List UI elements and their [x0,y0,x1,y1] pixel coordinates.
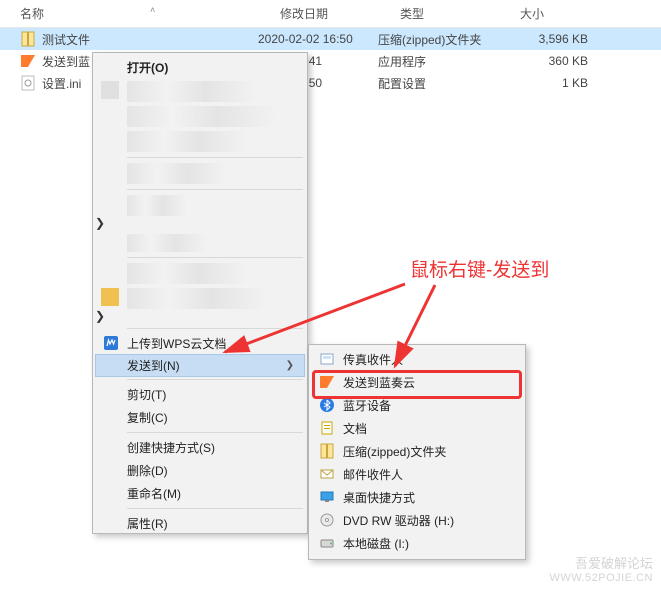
context-menu-main: 打开(O) ❯ ❯ 上传到WPS云文档 发送到(N) ❯ 剪切(T) 复制(C)… [92,52,308,534]
menu-rename[interactable]: 重命名(M) [95,482,305,505]
app-icon [20,53,36,69]
context-menu-sendto: 传真收件人 发送到蓝奏云 蓝牙设备 文档 压缩(zipped)文件夹 邮件收件人… [308,344,526,560]
menu-separator [127,328,303,329]
menu-separator [127,379,303,380]
sendto-localdisk[interactable]: 本地磁盘 (I:) [311,532,523,555]
ini-icon [20,75,36,91]
sort-indicator: ˄ [150,5,155,15]
sendto-bluetooth[interactable]: 蓝牙设备 [311,394,523,417]
menu-separator [127,508,303,509]
header-type[interactable]: 类型 [400,5,520,22]
file-row[interactable]: 测试文件 2020-02-02 16:50 压缩(zipped)文件夹 3,59… [0,28,661,50]
sendto-mail[interactable]: 邮件收件人 [311,463,523,486]
menu-separator [127,189,303,190]
mail-icon [319,466,335,482]
menu-delete[interactable]: 删除(D) [95,459,305,482]
zip-icon [319,443,335,459]
zip-icon [20,31,36,47]
column-headers: 名称 ˄ 修改日期 类型 大小 [0,0,661,28]
lanzou-icon [319,374,335,390]
disk-icon [319,535,335,551]
menu-copy[interactable]: 复制(C) [95,406,305,429]
menu-open[interactable]: 打开(O) [95,56,305,79]
menu-blurred[interactable] [95,79,305,104]
menu-blurred[interactable] [95,104,305,129]
header-date[interactable]: 修改日期 [280,5,400,22]
chevron-right-icon: ❯ [95,216,105,230]
menu-properties[interactable]: 属性(R) [95,512,305,535]
menu-blurred[interactable] [95,232,305,254]
sendto-documents[interactable]: 文档 [311,417,523,440]
header-name[interactable]: 名称 ˄ [20,5,280,22]
chevron-right-icon: ❯ [286,360,294,371]
sendto-zip[interactable]: 压缩(zipped)文件夹 [311,440,523,463]
menu-blurred[interactable]: ❯ [95,286,305,325]
bluetooth-icon [319,397,335,413]
menu-blurred[interactable] [95,261,305,286]
chevron-right-icon: ❯ [95,309,105,323]
menu-shortcut[interactable]: 创建快捷方式(S) [95,436,305,459]
fax-icon [319,351,335,367]
dvd-icon [319,512,335,528]
menu-send-to[interactable]: 发送到(N) ❯ [95,354,305,377]
menu-separator [127,257,303,258]
menu-separator [127,157,303,158]
desktop-icon [319,489,335,505]
documents-icon [319,420,335,436]
menu-blurred[interactable] [95,129,305,154]
menu-separator [127,432,303,433]
sendto-lanzou[interactable]: 发送到蓝奏云 [311,371,523,394]
header-size[interactable]: 大小 [520,5,630,22]
menu-blurred[interactable]: ❯ [95,193,305,232]
annotation-text: 鼠标右键-发送到 [410,255,549,282]
watermark: 吾爱破解论坛 WWW.52POJIE.CN [549,556,653,586]
menu-blurred[interactable] [95,161,305,186]
menu-wps-upload[interactable]: 上传到WPS云文档 [95,332,305,355]
wps-icon [103,335,119,351]
sendto-dvd[interactable]: DVD RW 驱动器 (H:) [311,509,523,532]
menu-cut[interactable]: 剪切(T) [95,383,305,406]
sendto-desktop-shortcut[interactable]: 桌面快捷方式 [311,486,523,509]
sendto-fax[interactable]: 传真收件人 [311,348,523,371]
